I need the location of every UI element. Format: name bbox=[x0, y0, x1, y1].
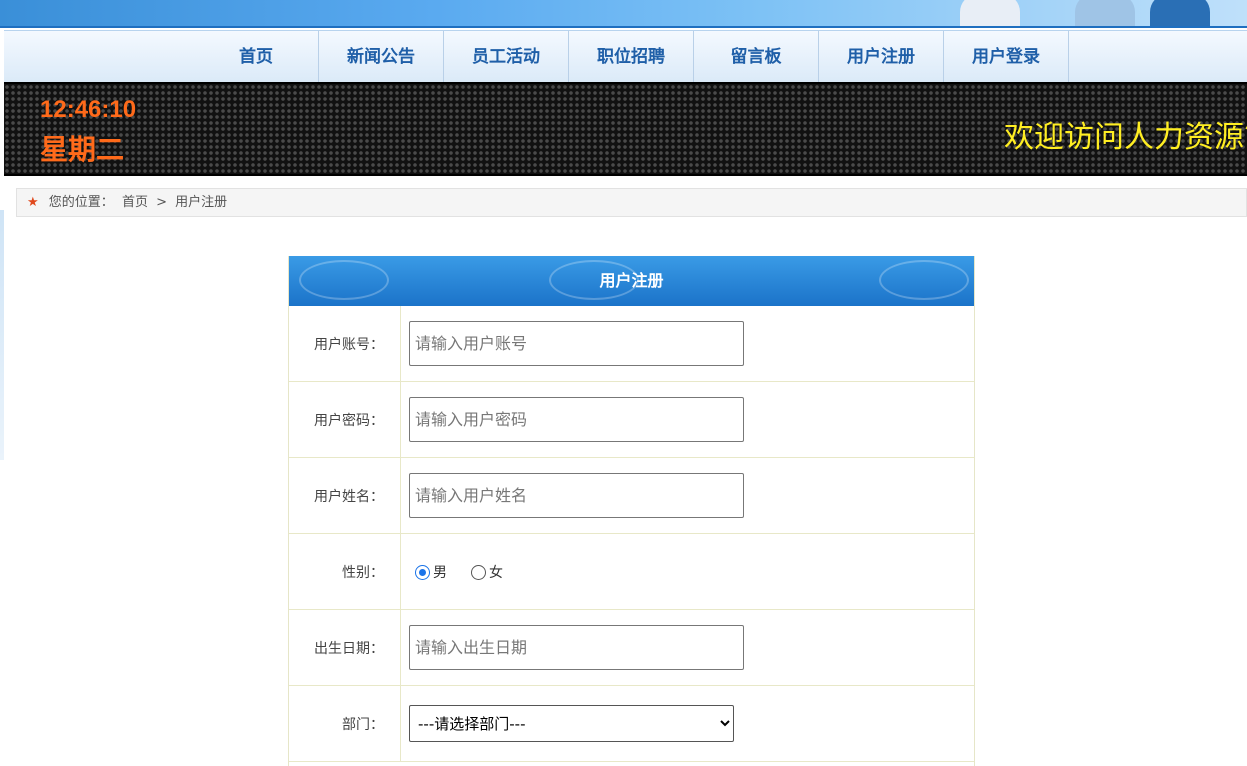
name-input[interactable] bbox=[409, 473, 744, 518]
breadcrumb-separator: > bbox=[156, 195, 168, 210]
birthday-label: 出生日期： bbox=[314, 640, 384, 657]
side-decoration bbox=[0, 210, 4, 460]
gender-male-label: 男 bbox=[433, 565, 447, 581]
department-select[interactable]: ---请选择部门--- bbox=[409, 705, 734, 742]
welcome-marquee: 欢迎访问人力资源管 bbox=[1004, 120, 1247, 155]
nav-item-news[interactable]: 新闻公告 bbox=[319, 31, 444, 83]
form-row-gender: 性别： 男 女 bbox=[289, 534, 974, 610]
form-row-name: 用户姓名： bbox=[289, 458, 974, 534]
account-input[interactable] bbox=[409, 321, 744, 366]
banner-figure-image bbox=[960, 0, 1020, 26]
main-nav: 首页 新闻公告 员工活动 职位招聘 留言板 用户注册 用户登录 bbox=[4, 30, 1247, 83]
star-icon: ★ bbox=[27, 195, 39, 210]
nav-item-login[interactable]: 用户登录 bbox=[944, 31, 1069, 83]
nav-item-home[interactable]: 首页 bbox=[194, 31, 319, 83]
led-board: 12:46:10 星期二 欢迎访问人力资源管 bbox=[4, 82, 1247, 176]
top-banner bbox=[0, 0, 1247, 28]
gender-male-radio[interactable]: 男 bbox=[415, 562, 447, 582]
password-input[interactable] bbox=[409, 397, 744, 442]
birthday-input[interactable] bbox=[409, 625, 744, 670]
banner-figure-image bbox=[1150, 0, 1210, 26]
account-label: 用户账号： bbox=[314, 336, 384, 353]
name-label: 用户姓名： bbox=[314, 488, 384, 505]
breadcrumb-prefix: 您的位置： bbox=[48, 195, 114, 210]
gender-female-label: 女 bbox=[489, 565, 503, 581]
breadcrumb: ★ 您的位置： 首页 > 用户注册 bbox=[16, 188, 1247, 217]
radio-unchecked-icon[interactable] bbox=[471, 564, 486, 580]
password-label: 用户密码： bbox=[314, 412, 384, 429]
clock-weekday: 星期二 bbox=[40, 133, 125, 166]
form-row-account: 用户账号： bbox=[289, 306, 974, 382]
form-row-birthday: 出生日期： bbox=[289, 610, 974, 686]
form-title: 用户注册 bbox=[599, 271, 664, 290]
form-row-department: 部门： ---请选择部门--- bbox=[289, 686, 974, 762]
department-label: 部门： bbox=[342, 716, 384, 733]
breadcrumb-current: 用户注册 bbox=[175, 195, 228, 210]
radio-checked-icon[interactable] bbox=[415, 564, 430, 580]
form-row-password: 用户密码： bbox=[289, 382, 974, 458]
banner-figure-image bbox=[1075, 0, 1135, 26]
nav-item-activities[interactable]: 员工活动 bbox=[444, 31, 569, 83]
gender-female-radio[interactable]: 女 bbox=[471, 562, 503, 582]
gender-label: 性别： bbox=[342, 564, 384, 581]
clock-time: 12:46:10 bbox=[40, 96, 137, 123]
register-form: 用户注册 用户账号： 用户密码： 用户姓名： 性别： 男 女 出生日期： 部门：… bbox=[288, 256, 975, 766]
nav-item-jobs[interactable]: 职位招聘 bbox=[569, 31, 694, 83]
form-header: 用户注册 bbox=[289, 256, 974, 306]
nav-item-register[interactable]: 用户注册 bbox=[819, 31, 944, 83]
nav-item-messages[interactable]: 留言板 bbox=[694, 31, 819, 83]
breadcrumb-home-link[interactable]: 首页 bbox=[122, 195, 148, 210]
